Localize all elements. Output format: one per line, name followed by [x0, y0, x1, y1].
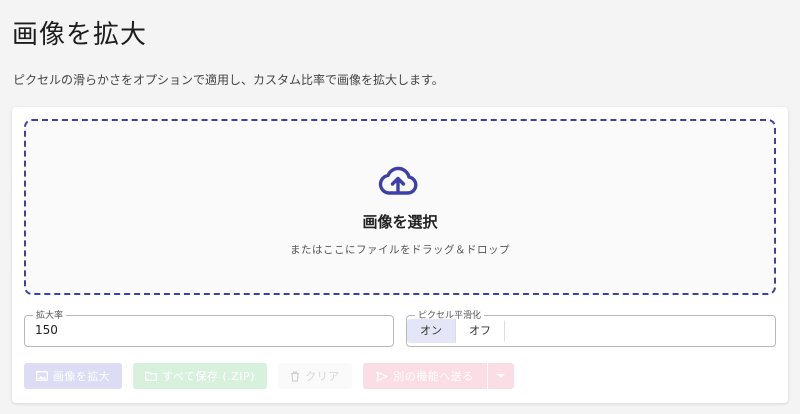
smoothing-toggle: オン オフ: [407, 319, 505, 343]
page: 画像を拡大 ピクセルの滑らかさをオプションで適用し、カスタム比率で画像を拡大しま…: [0, 0, 800, 414]
upscale-button[interactable]: 画像を拡大: [24, 363, 122, 389]
smoothing-off-option[interactable]: オフ: [456, 319, 505, 343]
image-dropzone[interactable]: 画像を選択 またはここにファイルをドラッグ＆ドロップ: [24, 119, 776, 295]
page-title: 画像を拡大: [12, 20, 148, 50]
clear-button-label: クリア: [305, 370, 340, 383]
dropzone-title: 画像を選択: [362, 213, 438, 231]
folder-icon: [145, 371, 158, 381]
clear-button[interactable]: クリア: [278, 363, 352, 389]
chevron-down-icon: [497, 374, 505, 378]
send-to-feature-button[interactable]: 別の機能へ送る: [363, 363, 487, 389]
scale-input[interactable]: 150: [35, 323, 58, 337]
send-icon: [376, 370, 388, 382]
smoothing-field: ピクセル平滑化 オン オフ: [406, 308, 776, 347]
smoothing-on-option[interactable]: オン: [407, 319, 456, 343]
send-menu-button[interactable]: [487, 363, 514, 389]
send-button-label: 別の機能へ送る: [393, 370, 474, 383]
save-all-button[interactable]: すべて保存 (.ZIP): [133, 363, 267, 389]
upscale-button-label: 画像を拡大: [52, 370, 111, 383]
scale-field[interactable]: 拡大率 150: [24, 308, 394, 347]
page-description: ピクセルの滑らかさをオプションで適用し、カスタム比率で画像を拡大します。: [13, 73, 444, 87]
main-card: 画像を選択 またはここにファイルをドラッグ＆ドロップ 拡大率 150 ピクセル平…: [12, 107, 788, 403]
dropzone-hint: またはここにファイルをドラッグ＆ドロップ: [290, 244, 510, 256]
save-all-button-label: すべて保存 (.ZIP): [162, 370, 255, 383]
trash-icon: [291, 370, 300, 382]
cloud-upload-icon: [378, 166, 418, 195]
image-icon: [35, 371, 48, 381]
scale-label: 拡大率: [33, 308, 67, 321]
